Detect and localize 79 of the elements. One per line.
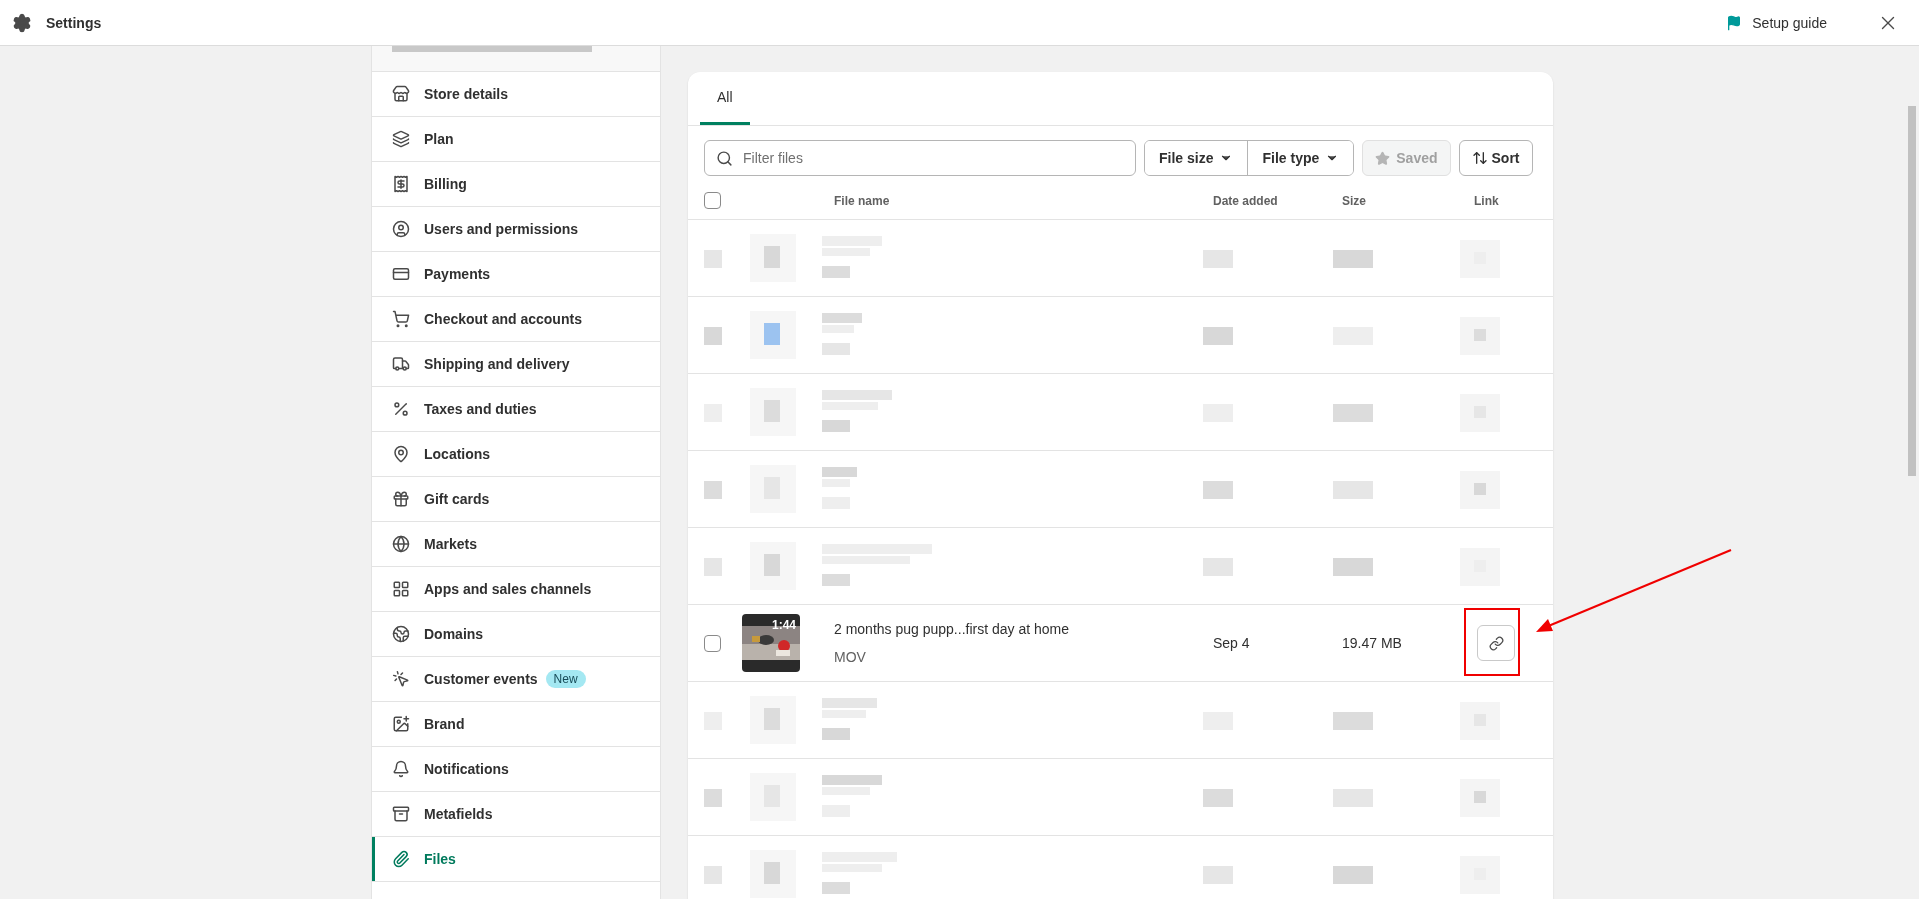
- sidebar-item-label: Customer events: [424, 671, 538, 687]
- sidebar-item-label: Brand: [424, 716, 465, 732]
- new-badge: New: [545, 670, 586, 688]
- sidebar-item[interactable]: Payments: [372, 252, 660, 297]
- sidebar-item[interactable]: Markets: [372, 522, 660, 567]
- sidebar-item-label: Payments: [424, 266, 491, 282]
- link-icon: [1488, 635, 1504, 651]
- sidebar-item-label: Checkout and accounts: [424, 311, 582, 327]
- sidebar-item[interactable]: Brand: [372, 702, 660, 747]
- sidebar-item[interactable]: Gift cards: [372, 477, 660, 522]
- receipt-icon: [392, 175, 410, 193]
- sidebar-item-label: Store details: [424, 86, 509, 102]
- sidebar-item-label: Gift cards: [424, 491, 490, 507]
- sidebar-item-label: Domains: [424, 626, 484, 642]
- column-header: Link: [1474, 193, 1500, 208]
- archive-icon: [392, 805, 410, 823]
- sidebar-item[interactable]: Checkout and accounts: [372, 297, 660, 342]
- sidebar-item[interactable]: Billing: [372, 162, 660, 207]
- setup-guide-button[interactable]: Setup guide: [1720, 13, 1833, 32]
- user-icon: [392, 220, 410, 238]
- image-icon: [392, 715, 410, 733]
- truck-icon: [392, 355, 410, 373]
- select-all-checkbox[interactable]: [704, 192, 721, 209]
- sidebar-item-label: Users and permissions: [424, 221, 579, 237]
- sidebar-item[interactable]: Store details: [372, 72, 660, 117]
- sidebar-item[interactable]: Plan: [372, 117, 660, 162]
- earth-icon: [392, 625, 410, 643]
- credit-card-icon: [392, 265, 410, 283]
- copy-link-button[interactable]: [1477, 625, 1515, 661]
- row-checkbox[interactable]: [704, 634, 721, 652]
- sidebar-item[interactable]: Apps and sales channels: [372, 567, 660, 612]
- gift-icon: [392, 490, 410, 508]
- file-type: MOV: [834, 649, 867, 665]
- sidebar-item[interactable]: Customer events New: [372, 657, 660, 702]
- sidebar-item[interactable]: Notifications: [372, 747, 660, 792]
- sidebar-item-label: Shipping and delivery: [424, 356, 570, 372]
- settings-icon: [12, 12, 32, 33]
- sidebar-item[interactable]: Locations: [372, 432, 660, 477]
- sidebar-item-label: Notifications: [424, 761, 509, 777]
- search-field[interactable]: Filter files: [704, 140, 1136, 176]
- globe-icon: [392, 535, 410, 553]
- star-icon: [1375, 150, 1391, 166]
- layers-icon: [392, 130, 410, 148]
- date-added: Sep 4: [1213, 635, 1251, 651]
- store-icon: [392, 85, 410, 103]
- file-name: 2 months pug pupp...first day at home: [834, 621, 1071, 637]
- column-header: Size: [1342, 193, 1367, 208]
- cart-icon: [392, 310, 410, 328]
- column-header: Date added: [1213, 193, 1279, 208]
- sidebar-item[interactable]: Users and permissions: [372, 207, 660, 252]
- sidebar-item[interactable]: Shipping and delivery: [372, 342, 660, 387]
- grid-icon: [392, 580, 410, 598]
- sidebar-item[interactable]: Metafields: [372, 792, 660, 837]
- search-icon: [716, 150, 733, 167]
- sidebar-item-label: Apps and sales channels: [424, 581, 592, 597]
- duration-label: 1:44: [771, 618, 796, 632]
- pointer-click-icon: [392, 670, 410, 688]
- sidebar-item[interactable]: Files: [372, 837, 660, 882]
- sidebar-item-label: Billing: [424, 176, 467, 192]
- sidebar-item-label: Markets: [424, 536, 477, 552]
- sidebar-item-label: Plan: [424, 131, 454, 147]
- column-header: File name: [833, 193, 891, 208]
- sidebar-item-label: Metafields: [424, 806, 493, 822]
- tab[interactable]: All: [700, 72, 750, 125]
- page-title: Settings: [46, 14, 103, 31]
- filter-button[interactable]: File type: [1247, 141, 1354, 175]
- flag-icon: [1726, 14, 1743, 31]
- sidebar-item-label: Locations: [424, 446, 491, 462]
- paperclip-icon: [392, 850, 410, 868]
- sort-icon: [1471, 150, 1488, 166]
- percent-icon: [392, 400, 410, 418]
- map-pin-icon: [392, 445, 410, 463]
- sidebar-item-label: Taxes and duties: [424, 401, 537, 417]
- sort-button[interactable]: Sort: [1458, 140, 1533, 176]
- sidebar-item[interactable]: Domains: [372, 612, 660, 657]
- sidebar-item-label: Files: [424, 851, 456, 867]
- file-size: 19.47 MB: [1342, 635, 1403, 651]
- sidebar-item[interactable]: Taxes and duties: [372, 387, 660, 432]
- bell-icon: [392, 760, 410, 778]
